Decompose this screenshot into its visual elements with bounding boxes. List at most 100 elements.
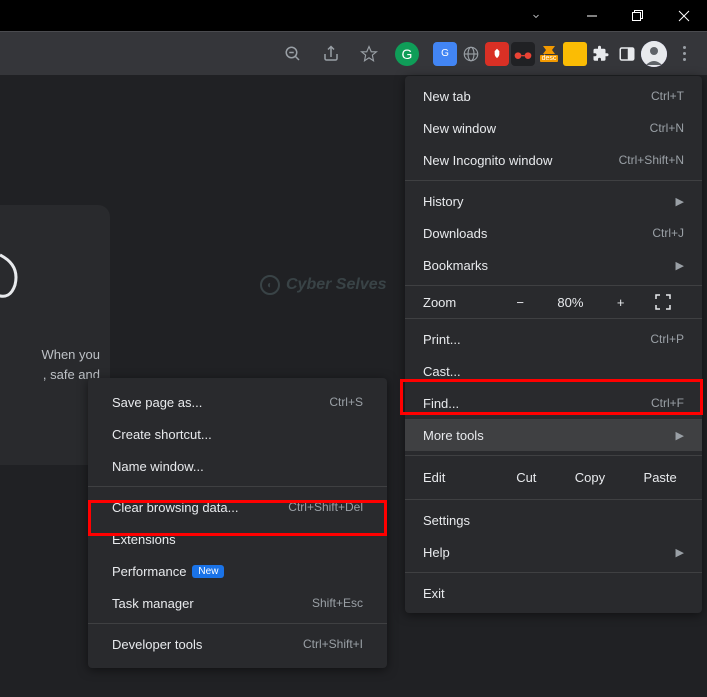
watermark-icon: ◐ bbox=[260, 275, 280, 295]
menu-exit[interactable]: Exit bbox=[405, 577, 702, 609]
menu-settings[interactable]: Settings bbox=[405, 504, 702, 536]
menu-shortcut: Ctrl+Shift+Del bbox=[288, 500, 363, 514]
menu-new-window[interactable]: New window Ctrl+N bbox=[405, 112, 702, 144]
chrome-main-menu: New tab Ctrl+T New window Ctrl+N New Inc… bbox=[405, 76, 702, 613]
edit-copy-button[interactable]: Copy bbox=[567, 466, 613, 489]
zoom-icon[interactable] bbox=[279, 40, 307, 68]
menu-separator bbox=[405, 285, 702, 286]
submenu-arrow-icon: ▶ bbox=[676, 195, 684, 208]
menu-shortcut: Ctrl+T bbox=[651, 89, 684, 103]
fullscreen-button[interactable] bbox=[655, 294, 687, 310]
extension-glasses-icon[interactable] bbox=[511, 42, 535, 66]
menu-help[interactable]: Help ▶ bbox=[405, 536, 702, 568]
menu-separator bbox=[405, 455, 702, 456]
submenu-arrow-icon: ▶ bbox=[676, 546, 684, 559]
submenu-save-page[interactable]: Save page as... Ctrl+S bbox=[88, 386, 387, 418]
menu-label: Exit bbox=[423, 586, 445, 601]
tab-search-chevron-icon[interactable] bbox=[513, 0, 559, 31]
menu-label: New tab bbox=[423, 89, 471, 104]
window-maximize-button[interactable] bbox=[615, 0, 661, 31]
menu-label: Bookmarks bbox=[423, 258, 488, 273]
submenu-extensions[interactable]: Extensions bbox=[88, 523, 387, 555]
menu-shortcut: Ctrl+F bbox=[651, 396, 684, 410]
menu-label: Print... bbox=[423, 332, 461, 347]
menu-edit-row: Edit Cut Copy Paste bbox=[405, 460, 702, 495]
menu-label: Create shortcut... bbox=[112, 427, 212, 442]
menu-label: Help bbox=[423, 545, 450, 560]
menu-label: Zoom bbox=[423, 295, 495, 310]
new-badge: New bbox=[192, 565, 224, 578]
watermark: ◐ Cyber Selves bbox=[260, 275, 387, 295]
profile-avatar[interactable] bbox=[641, 41, 667, 67]
menu-label: Downloads bbox=[423, 226, 487, 241]
extensions-puzzle-icon[interactable] bbox=[589, 42, 613, 66]
submenu-clear-browsing-data[interactable]: Clear browsing data... Ctrl+Shift+Del bbox=[88, 491, 387, 523]
menu-label: Cast... bbox=[423, 364, 461, 379]
menu-bookmarks[interactable]: Bookmarks ▶ bbox=[405, 249, 702, 281]
zoom-value: 80% bbox=[554, 295, 586, 310]
menu-shortcut: Ctrl+Shift+I bbox=[303, 637, 363, 651]
window-close-button[interactable] bbox=[661, 0, 707, 31]
submenu-performance[interactable]: Performance New bbox=[88, 555, 387, 587]
menu-separator bbox=[405, 572, 702, 573]
menu-label: Extensions bbox=[112, 532, 176, 547]
extension-grammarly-icon[interactable]: G bbox=[395, 42, 419, 66]
menu-label: New Incognito window bbox=[423, 153, 552, 168]
extension-globe-icon[interactable] bbox=[459, 42, 483, 66]
extension-keep-icon[interactable] bbox=[563, 42, 587, 66]
menu-shortcut: Ctrl+S bbox=[329, 395, 363, 409]
ntp-text-line2: , safe and bbox=[0, 365, 100, 385]
side-panel-icon[interactable] bbox=[615, 42, 639, 66]
watermark-text: Cyber Selves bbox=[286, 276, 387, 294]
omnibox-actions bbox=[8, 40, 393, 68]
menu-label: Task manager bbox=[112, 596, 194, 611]
extension-desc-icon[interactable]: desc bbox=[537, 42, 561, 66]
main-menu-button[interactable] bbox=[669, 39, 699, 69]
bookmark-star-icon[interactable] bbox=[355, 40, 383, 68]
menu-label: History bbox=[423, 194, 463, 209]
menu-history[interactable]: History ▶ bbox=[405, 185, 702, 217]
menu-label: Edit bbox=[423, 470, 497, 485]
menu-new-incognito[interactable]: New Incognito window Ctrl+Shift+N bbox=[405, 144, 702, 176]
menu-new-tab[interactable]: New tab Ctrl+T bbox=[405, 80, 702, 112]
menu-more-tools[interactable]: More tools ▶ bbox=[405, 419, 702, 451]
extension-adblock-icon[interactable] bbox=[485, 42, 509, 66]
edit-cut-button[interactable]: Cut bbox=[508, 466, 544, 489]
window-minimize-button[interactable] bbox=[569, 0, 615, 31]
zoom-in-button[interactable]: + bbox=[605, 295, 637, 310]
browser-toolbar: G G desc bbox=[0, 31, 707, 75]
menu-label: New window bbox=[423, 121, 496, 136]
menu-separator bbox=[88, 623, 387, 624]
edit-paste-button[interactable]: Paste bbox=[636, 466, 685, 489]
menu-cast[interactable]: Cast... bbox=[405, 355, 702, 387]
menu-print[interactable]: Print... Ctrl+P bbox=[405, 323, 702, 355]
submenu-task-manager[interactable]: Task manager Shift+Esc bbox=[88, 587, 387, 619]
menu-shortcut: Shift+Esc bbox=[312, 596, 363, 610]
menu-find[interactable]: Find... Ctrl+F bbox=[405, 387, 702, 419]
menu-zoom-row: Zoom − 80% + bbox=[405, 290, 702, 314]
window-titlebar bbox=[0, 0, 707, 31]
more-tools-submenu: Save page as... Ctrl+S Create shortcut..… bbox=[88, 378, 387, 668]
menu-separator bbox=[405, 180, 702, 181]
ntp-text-line1: When you bbox=[0, 345, 100, 365]
menu-label: Settings bbox=[423, 513, 470, 528]
menu-separator bbox=[88, 486, 387, 487]
submenu-name-window[interactable]: Name window... bbox=[88, 450, 387, 482]
menu-label: Save page as... bbox=[112, 395, 202, 410]
share-icon[interactable] bbox=[317, 40, 345, 68]
menu-shortcut: Ctrl+P bbox=[650, 332, 684, 346]
submenu-create-shortcut[interactable]: Create shortcut... bbox=[88, 418, 387, 450]
menu-separator bbox=[405, 318, 702, 319]
extension-translate-icon[interactable]: G bbox=[433, 42, 457, 66]
submenu-arrow-icon: ▶ bbox=[676, 259, 684, 272]
menu-label: Find... bbox=[423, 396, 459, 411]
menu-label: Name window... bbox=[112, 459, 204, 474]
submenu-developer-tools[interactable]: Developer tools Ctrl+Shift+I bbox=[88, 628, 387, 660]
menu-label: Clear browsing data... bbox=[112, 500, 238, 515]
menu-downloads[interactable]: Downloads Ctrl+J bbox=[405, 217, 702, 249]
menu-shortcut: Ctrl+N bbox=[650, 121, 684, 135]
menu-label: More tools bbox=[423, 428, 484, 443]
submenu-arrow-icon: ▶ bbox=[676, 429, 684, 442]
menu-shortcut: Ctrl+Shift+N bbox=[619, 153, 684, 167]
zoom-out-button[interactable]: − bbox=[504, 295, 536, 310]
